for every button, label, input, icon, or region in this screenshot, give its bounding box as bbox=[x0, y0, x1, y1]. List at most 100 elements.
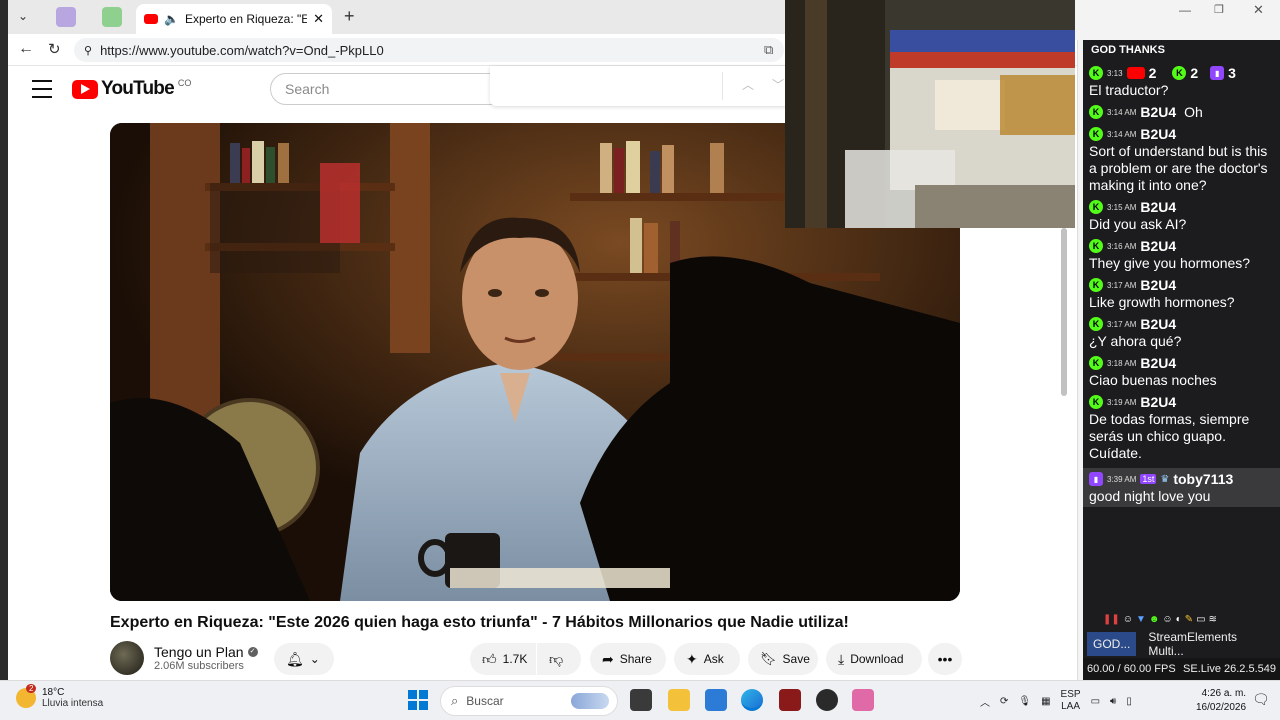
kick-icon: K bbox=[1089, 317, 1103, 331]
stats-time: 3:13 bbox=[1107, 68, 1123, 78]
weather-widget[interactable]: 2 18°C Lluvia intensa bbox=[16, 684, 103, 709]
chat-username[interactable]: B2U4 bbox=[1140, 199, 1176, 215]
chat-message-text: Oh bbox=[1184, 103, 1203, 120]
channel-name[interactable]: Tengo un Plan bbox=[154, 644, 244, 660]
monitor-icon[interactable]: ▭ bbox=[1091, 696, 1100, 707]
country-code: CO bbox=[177, 78, 192, 88]
split-view-icon[interactable]: ⧉ bbox=[764, 42, 773, 58]
store-icon[interactable] bbox=[705, 689, 727, 711]
chat-username[interactable]: B2U4 bbox=[1140, 126, 1176, 142]
youtube-play-logo-icon bbox=[72, 79, 98, 99]
search-input[interactable]: Search bbox=[270, 73, 500, 105]
chevron-down-icon[interactable]: ﹀ bbox=[772, 76, 784, 93]
chat-username[interactable]: B2U4 bbox=[1140, 238, 1176, 254]
download-icon: ⤓ bbox=[838, 650, 845, 667]
crown-icon: ♛ bbox=[1160, 473, 1170, 485]
emote-icon[interactable]: ☻ bbox=[1149, 614, 1160, 625]
emote-icon[interactable]: ▼ bbox=[1136, 614, 1146, 625]
kick-icon: K bbox=[1089, 356, 1103, 370]
app-pink-icon[interactable] bbox=[852, 689, 874, 711]
file-explorer-icon[interactable] bbox=[668, 689, 690, 711]
app-version: SE.Live 26.2.5.549 bbox=[1183, 663, 1276, 675]
language-code: ESP bbox=[1060, 689, 1081, 700]
chat-message: K 3:19 AM B2U4 De todas formas, siempre … bbox=[1083, 391, 1280, 464]
microphone-icon[interactable]: 🎙︎ bbox=[1018, 696, 1031, 707]
dislike-button[interactable]: 👎︎ bbox=[537, 643, 581, 675]
like-button[interactable]: 👍︎ 1.7K bbox=[470, 643, 536, 675]
site-info-icon[interactable]: ⚲ bbox=[84, 44, 92, 57]
language-indicator[interactable]: ESP LAA bbox=[1061, 689, 1081, 713]
more-actions-button[interactable]: ••• bbox=[928, 643, 962, 675]
app-red-shield-icon[interactable] bbox=[779, 689, 801, 711]
emote-icon[interactable]: ☺ bbox=[1123, 614, 1133, 625]
chevron-up-icon[interactable]: ︿ bbox=[742, 76, 754, 93]
ask-button[interactable]: ✦ Ask bbox=[674, 643, 740, 675]
tab-pinned-camera[interactable] bbox=[56, 7, 76, 27]
edge-browser-icon[interactable] bbox=[741, 689, 763, 711]
url-text: https://www.youtube.com/watch?v=Ond_-Pkp… bbox=[100, 42, 384, 58]
twitch-icon: ▮ bbox=[1210, 66, 1225, 80]
emote-icon[interactable]: ▭ bbox=[1196, 614, 1205, 625]
chat-username[interactable]: B2U4 bbox=[1140, 104, 1176, 120]
close-tab-icon[interactable]: ✕ bbox=[313, 11, 324, 27]
notification-bell-button[interactable]: 🔔︎ ⌄ bbox=[274, 643, 334, 675]
save-label: Save bbox=[782, 652, 810, 666]
network-icon[interactable]: ▦ bbox=[1041, 696, 1050, 707]
save-button[interactable]: 🔖︎ Save bbox=[748, 643, 818, 675]
chat-tab-streamelements[interactable]: StreamElements Multi... bbox=[1142, 630, 1276, 658]
volume-icon[interactable]: 🔊︎ bbox=[1110, 696, 1116, 707]
pause-icon[interactable]: ❚❚ bbox=[1103, 614, 1120, 625]
kick-icon: K bbox=[1089, 395, 1103, 409]
chat-message: K 3:16 AM B2U4 They give you hormones? bbox=[1083, 235, 1280, 274]
emote-bar[interactable]: ❚❚ ☺ ▼ ☻ ☺ ◐ ✎ ▭ ≋ bbox=[1083, 608, 1280, 630]
chat-username[interactable]: B2U4 bbox=[1140, 394, 1176, 410]
notifications-icon[interactable]: 🗨︎ bbox=[1252, 691, 1270, 708]
menu-hamburger-icon[interactable] bbox=[32, 80, 52, 98]
chat-time: 3:19 AM bbox=[1107, 397, 1137, 407]
kick-icon: K bbox=[1089, 66, 1103, 80]
maximize-icon[interactable]: ❐ bbox=[1214, 3, 1224, 16]
close-window-icon[interactable]: ✕ bbox=[1253, 2, 1264, 18]
youtube-logo[interactable]: YouTube CO bbox=[72, 78, 191, 100]
like-count: 1.7K bbox=[502, 652, 528, 666]
sync-icon[interactable]: ⟳ bbox=[1000, 696, 1008, 707]
taskbar-search-placeholder: Buscar bbox=[466, 694, 504, 708]
chat-time: 3:14 AM bbox=[1107, 107, 1137, 117]
tab-list-chevron-icon[interactable]: ⌄ bbox=[18, 9, 28, 23]
download-label: Download bbox=[850, 652, 904, 666]
chat-username[interactable]: toby7113 bbox=[1173, 471, 1233, 487]
chevron-up-icon[interactable]: ︿ bbox=[980, 694, 990, 709]
tab-pinned-green[interactable] bbox=[102, 7, 122, 27]
kick-viewer-count: 2 bbox=[1190, 65, 1199, 81]
clock[interactable]: 4:26 a. m. 16/02/2026 bbox=[1196, 687, 1246, 715]
battery-icon[interactable]: ▯ bbox=[1126, 696, 1132, 707]
download-button[interactable]: ⤓ Download bbox=[826, 643, 922, 675]
speaker-icon[interactable]: 🔈 bbox=[164, 12, 179, 26]
windows-start-icon[interactable] bbox=[408, 690, 428, 710]
minimize-icon[interactable]: — bbox=[1179, 3, 1191, 17]
chat-username[interactable]: B2U4 bbox=[1140, 316, 1176, 332]
emote-icon[interactable]: ◐ bbox=[1176, 614, 1182, 625]
weather-rain-icon: 2 bbox=[16, 684, 37, 708]
chat-username[interactable]: B2U4 bbox=[1140, 277, 1176, 293]
new-tab-plus-icon[interactable]: + bbox=[344, 6, 355, 27]
channel-avatar[interactable] bbox=[110, 641, 144, 675]
emote-icon[interactable]: ☺ bbox=[1162, 614, 1172, 625]
reload-icon[interactable]: ↻ bbox=[48, 40, 61, 58]
back-arrow-icon[interactable]: ← bbox=[18, 40, 34, 58]
task-view-icon[interactable] bbox=[630, 689, 652, 711]
tab-youtube-active[interactable]: 🔈 Experto en Riqueza: "Este 202 ✕ bbox=[136, 4, 332, 34]
channel-name-row[interactable]: Tengo un Plan ✓ bbox=[154, 644, 258, 660]
share-button[interactable]: ➦ Share bbox=[590, 643, 666, 675]
url-field[interactable]: ⚲ https://www.youtube.com/watch?v=Ond_-P… bbox=[74, 38, 784, 62]
taskbar-search[interactable]: ⌕ Buscar bbox=[440, 686, 618, 716]
obs-icon[interactable] bbox=[816, 689, 838, 711]
page-scrollbar[interactable] bbox=[1061, 228, 1067, 396]
chat-tab-god[interactable]: GOD... bbox=[1087, 632, 1137, 656]
emote-icon[interactable]: ≋ bbox=[1209, 614, 1217, 625]
chat-username[interactable]: B2U4 bbox=[1140, 355, 1176, 371]
chat-message-text: good night love you bbox=[1089, 488, 1211, 504]
share-arrow-icon: ➦ bbox=[602, 650, 614, 667]
youtube-viewer-count: 2 bbox=[1148, 65, 1157, 81]
emote-icon[interactable]: ✎ bbox=[1185, 614, 1193, 625]
